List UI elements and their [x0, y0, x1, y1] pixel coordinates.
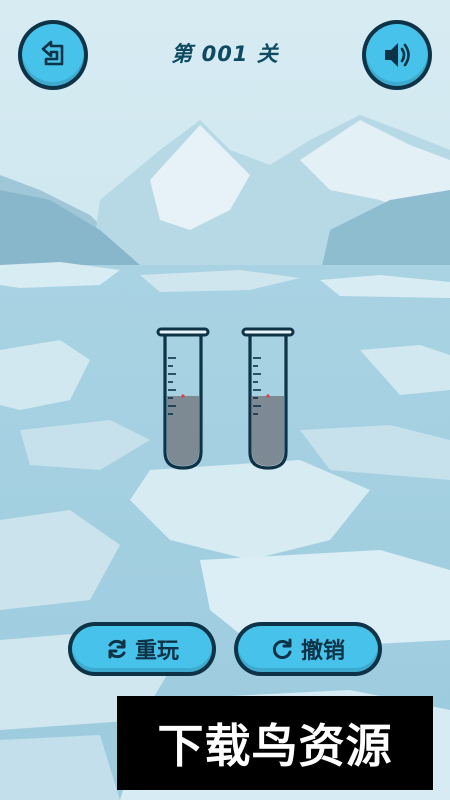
refresh-icon	[108, 639, 126, 659]
back-arrow-icon	[41, 40, 64, 66]
level-marker	[181, 394, 185, 398]
level-title: 第 001 关	[171, 42, 279, 66]
restart-label: 重玩	[134, 639, 179, 664]
restart-button[interactable]: 重玩	[68, 622, 216, 676]
undo-label: 撤销	[300, 639, 345, 664]
sound-button[interactable]	[362, 20, 432, 90]
undo-button[interactable]: 撤销	[234, 622, 382, 676]
watermark-banner: 下载鸟资源	[117, 696, 433, 790]
speaker-icon	[385, 43, 410, 67]
test-tube[interactable]	[240, 326, 296, 474]
tube-rim	[241, 327, 295, 337]
undo-icon	[272, 638, 292, 659]
test-tube[interactable]	[155, 326, 211, 474]
watermark-text: 下载鸟资源	[157, 719, 393, 773]
glacier-background	[0, 0, 450, 800]
level-marker	[266, 394, 270, 398]
tube-rim	[156, 327, 210, 337]
back-button[interactable]	[18, 20, 88, 90]
